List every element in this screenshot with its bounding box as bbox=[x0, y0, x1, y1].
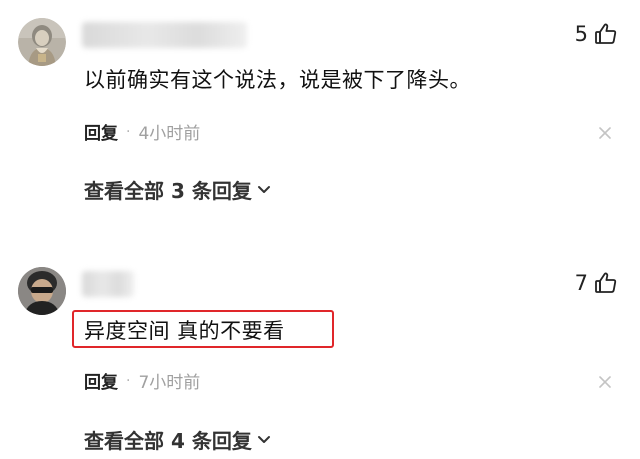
comment-item: 5 以前确实有这个说法，说是被下了降头。 回复 · 4小时前 查看全部 3 条回… bbox=[0, 0, 640, 230]
comment-meta: 回复 · 7小时前 bbox=[84, 368, 201, 394]
comment-text: 以前确实有这个说法，说是被下了降头。 bbox=[84, 68, 471, 92]
meta-separator: · bbox=[126, 123, 131, 140]
view-replies-button[interactable]: 查看全部 4 条回复 bbox=[84, 425, 272, 454]
chevron-down-icon bbox=[256, 178, 272, 202]
thumbs-up-icon[interactable] bbox=[594, 271, 618, 295]
avatar[interactable] bbox=[18, 18, 66, 66]
like-control[interactable]: 5 bbox=[575, 22, 618, 46]
meta-separator: · bbox=[126, 372, 131, 389]
view-replies-label: 查看全部 3 条回复 bbox=[84, 179, 252, 203]
avatar[interactable] bbox=[18, 267, 66, 315]
reply-button[interactable]: 回复 bbox=[84, 368, 118, 393]
like-count: 5 bbox=[574, 22, 588, 46]
comment-meta: 回复 · 4小时前 bbox=[84, 119, 201, 145]
username-redacted bbox=[82, 271, 134, 297]
view-replies-button[interactable]: 查看全部 3 条回复 bbox=[84, 175, 272, 204]
username-redacted bbox=[82, 22, 247, 48]
comment-item: 7 异度空间 真的不要看 回复 · 7小时前 查看全部 4 条回复 bbox=[0, 255, 640, 459]
close-icon[interactable] bbox=[598, 374, 612, 388]
comment-timestamp: 4小时前 bbox=[138, 124, 201, 144]
close-icon[interactable] bbox=[598, 125, 612, 139]
comment-text: 异度空间 真的不要看 bbox=[84, 319, 285, 343]
chevron-down-icon bbox=[256, 428, 272, 452]
like-control[interactable]: 7 bbox=[575, 271, 618, 295]
like-count: 7 bbox=[574, 271, 588, 295]
view-replies-label: 查看全部 4 条回复 bbox=[84, 429, 252, 453]
reply-button[interactable]: 回复 bbox=[84, 119, 118, 144]
thumbs-up-icon[interactable] bbox=[594, 22, 618, 46]
comment-timestamp: 7小时前 bbox=[138, 373, 201, 393]
